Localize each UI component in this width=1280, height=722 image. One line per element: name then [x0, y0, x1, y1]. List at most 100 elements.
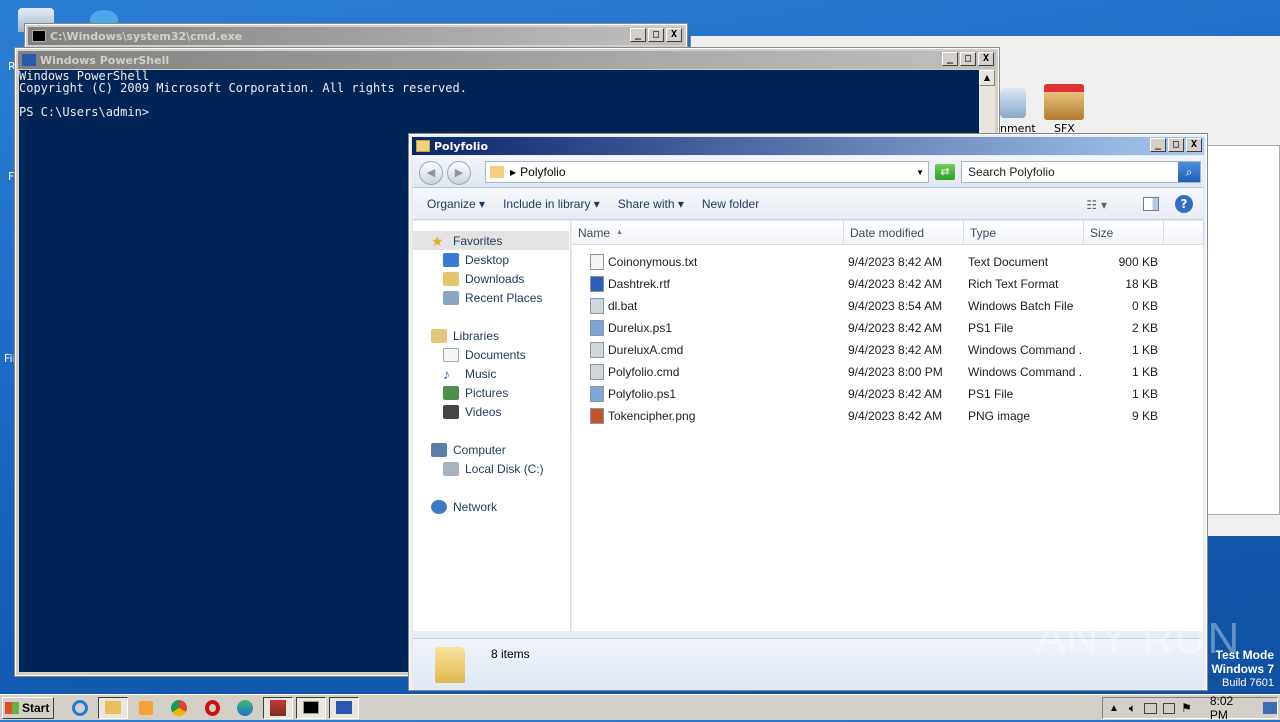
- opera-icon[interactable]: [197, 697, 227, 719]
- ps1-file-icon: [590, 320, 604, 336]
- powershell-icon: [22, 54, 36, 66]
- powershell-titlebar[interactable]: Windows PowerShell _ □ X: [18, 51, 996, 69]
- nav-item-videos[interactable]: Videos: [443, 402, 501, 421]
- back-button[interactable]: ◀: [419, 161, 443, 185]
- maximize-button[interactable]: □: [648, 28, 664, 42]
- forward-button[interactable]: ▶: [447, 161, 471, 185]
- batch-file-icon: [590, 298, 604, 314]
- include-in-library-button[interactable]: Include in library ▾: [499, 195, 604, 213]
- show-hidden-icons-icon[interactable]: ▲: [1109, 703, 1119, 714]
- cmd-titlebar[interactable]: C:\Windows\system32\cmd.exe _ □ X: [28, 27, 684, 45]
- nav-item-favorites[interactable]: ★ Favorites: [413, 231, 569, 250]
- explorer-window[interactable]: Polyfolio _ □ X ◀ ▶ ▶ Polyfolio ▼ ⇄ Sear…: [408, 133, 1208, 691]
- column-header-type[interactable]: Type: [964, 221, 1084, 245]
- nav-item-libraries[interactable]: Libraries: [431, 326, 499, 345]
- share-with-button[interactable]: Share with ▾: [614, 195, 688, 213]
- table-row[interactable]: Polyfolio.ps1 9/4/2023 8:42 AM PS1 File 1 K…: [572, 383, 1203, 405]
- close-button[interactable]: X: [666, 28, 682, 42]
- preview-pane-icon[interactable]: [1143, 197, 1159, 211]
- close-button[interactable]: X: [978, 52, 994, 66]
- cmd-icon: [32, 30, 46, 42]
- address-bar[interactable]: ▶ Polyfolio ▼: [485, 161, 929, 183]
- show-desktop-icon[interactable]: [1263, 702, 1277, 714]
- file-type: Windows Batch File: [968, 299, 1074, 313]
- nav-item-pictures[interactable]: Pictures: [443, 383, 508, 402]
- file-type: PS1 File: [968, 321, 1014, 335]
- powershell-taskbar-icon[interactable]: [329, 696, 359, 719]
- table-row[interactable]: DureluxA.cmd 9/4/2023 8:42 AM Windows Comm…: [572, 339, 1203, 361]
- nav-item-documents[interactable]: Documents: [443, 345, 526, 364]
- start-button[interactable]: Start: [2, 696, 54, 719]
- cmd-window[interactable]: C:\Windows\system32\cmd.exe _ □ X: [24, 23, 688, 49]
- clock[interactable]: 8:02 PM: [1210, 694, 1249, 722]
- nav-item-computer[interactable]: Computer: [431, 440, 506, 459]
- table-row[interactable]: dl.bat 9/4/2023 8:54 AM Windows Batch File…: [572, 295, 1203, 317]
- breadcrumb[interactable]: Polyfolio: [520, 165, 565, 179]
- folder-icon: [435, 647, 465, 683]
- desktop-icon: [443, 252, 459, 267]
- network-tray-icon[interactable]: [1144, 702, 1157, 714]
- organize-button[interactable]: Organize ▾: [423, 195, 489, 213]
- column-header-date-modified[interactable]: Date modified: [844, 221, 964, 245]
- file-size: 0 KB: [1131, 299, 1158, 313]
- recent-places-icon: [443, 290, 459, 305]
- table-row[interactable]: Tokencipher.png 9/4/2023 8:42 AM PNG image…: [572, 405, 1203, 427]
- volume-icon[interactable]: 🔈︎: [1129, 701, 1136, 716]
- action-center-flag-icon[interactable]: ⚑: [1181, 701, 1192, 715]
- table-row[interactable]: Dashtrek.rtf 9/4/2023 8:42 AM Rich Text Fo…: [572, 273, 1203, 295]
- nav-item-local-disk[interactable]: Local Disk (C:): [443, 459, 544, 478]
- maximize-button[interactable]: □: [960, 52, 976, 66]
- file-date-modified: 9/4/2023 8:42 AM: [848, 387, 943, 401]
- table-row[interactable]: Polyfolio.cmd 9/4/2023 8:00 PM Windows Com…: [572, 361, 1203, 383]
- png-file-icon: [590, 408, 604, 424]
- table-row[interactable]: Durelux.ps1 9/4/2023 8:42 AM PS1 File 2 KB: [572, 317, 1203, 339]
- new-folder-button[interactable]: New folder: [698, 195, 763, 213]
- table-row[interactable]: Coinonymous.txt 9/4/2023 8:42 AM Text Docu…: [572, 251, 1203, 273]
- folder-icon: [416, 140, 430, 152]
- search-box[interactable]: Search Polyfolio ⌕: [961, 161, 1201, 183]
- file-type: Windows Command ...: [968, 365, 1082, 379]
- view-options-icon[interactable]: ☷ ▾: [1086, 198, 1107, 212]
- ps1-file-icon: [590, 386, 604, 402]
- file-date-modified: 9/4/2023 8:42 AM: [848, 277, 943, 291]
- close-button[interactable]: X: [1186, 138, 1202, 152]
- internet-explorer-icon[interactable]: [65, 697, 95, 719]
- file-date-modified: 9/4/2023 8:42 AM: [848, 343, 943, 357]
- file-date-modified: 9/4/2023 8:42 AM: [848, 409, 943, 423]
- nav-item-recent-places[interactable]: Recent Places: [443, 288, 542, 307]
- file-size: 2 KB: [1131, 321, 1158, 335]
- sfx-icon[interactable]: [1044, 84, 1084, 120]
- minimize-button[interactable]: _: [942, 52, 958, 66]
- nav-item-music[interactable]: ♪ Music: [443, 364, 496, 383]
- media-player-icon[interactable]: [131, 697, 161, 719]
- minimize-button[interactable]: _: [630, 28, 646, 42]
- chrome-icon[interactable]: [164, 697, 194, 719]
- edge-icon[interactable]: [230, 697, 260, 719]
- display-icon[interactable]: [1162, 702, 1176, 714]
- videos-icon: [443, 404, 459, 419]
- explorer-taskbar-icon[interactable]: [98, 696, 128, 719]
- comment-icon[interactable]: [1000, 88, 1026, 118]
- maximize-button[interactable]: □: [1168, 138, 1184, 152]
- column-header-name[interactable]: Name ▲: [572, 221, 844, 245]
- file-size: 900 KB: [1118, 255, 1158, 269]
- search-input[interactable]: Search Polyfolio: [962, 165, 1055, 179]
- file-size: 1 KB: [1131, 365, 1158, 379]
- nav-item-desktop[interactable]: Desktop: [443, 250, 509, 269]
- sort-ascending-icon: ▲: [616, 229, 623, 236]
- explorer-titlebar[interactable]: Polyfolio _ □ X: [412, 137, 1204, 155]
- nav-item-network[interactable]: Network: [431, 497, 497, 516]
- chevron-down-icon[interactable]: ▼: [916, 168, 924, 177]
- cmd-taskbar-icon[interactable]: [296, 696, 326, 719]
- refresh-button[interactable]: ⇄: [935, 164, 955, 180]
- winrar-icon[interactable]: [263, 696, 293, 719]
- nav-item-downloads[interactable]: Downloads: [443, 269, 524, 288]
- column-header-size[interactable]: Size: [1084, 221, 1164, 245]
- file-type: PS1 File: [968, 387, 1014, 401]
- scroll-up-button[interactable]: ▲: [979, 70, 995, 86]
- breadcrumb-arrow-icon[interactable]: ▶: [510, 168, 516, 177]
- search-icon[interactable]: ⌕: [1178, 162, 1200, 182]
- minimize-button[interactable]: _: [1150, 138, 1166, 152]
- column-header-extra[interactable]: [1164, 221, 1204, 245]
- help-icon[interactable]: ?: [1175, 195, 1193, 213]
